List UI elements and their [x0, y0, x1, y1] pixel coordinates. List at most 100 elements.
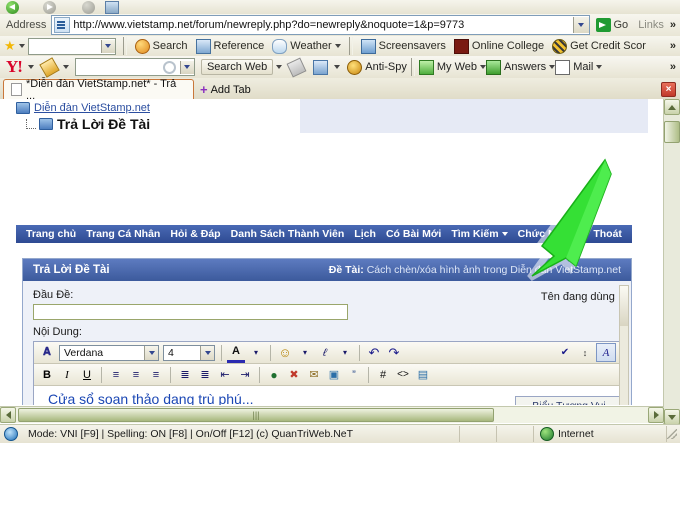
weather-caret-icon[interactable]	[334, 44, 341, 48]
remove-formatting-icon[interactable]: 𝐀	[38, 344, 56, 361]
horizontal-scroll-thumb[interactable]: |||	[18, 408, 494, 422]
scroll-right-button[interactable]	[648, 407, 664, 423]
undo-icon[interactable]: ↶	[365, 344, 383, 361]
my-web-button[interactable]: My Web	[418, 59, 486, 75]
redo-icon[interactable]: ↷	[385, 344, 403, 361]
font-color-caret-icon[interactable]: ▾	[247, 344, 265, 361]
outdent-button[interactable]: ⇤	[216, 366, 234, 383]
forum-nav-item-home[interactable]: Trang chủ	[26, 228, 76, 240]
forward-button[interactable]	[43, 0, 58, 14]
forum-nav-item-newposts[interactable]: Có Bài Mới	[386, 228, 441, 240]
search-web-caret-icon[interactable]	[276, 65, 283, 69]
links-label[interactable]: Links	[632, 19, 670, 31]
insert-image-button[interactable]: ▣	[325, 366, 343, 383]
toolbar-item-screensavers[interactable]: Screensavers	[357, 38, 450, 54]
toolbar-item-weather[interactable]: Weather	[268, 38, 344, 54]
yahoo-search-dropdown[interactable]	[179, 60, 194, 74]
add-tab-button[interactable]: + Add Tab	[200, 82, 251, 99]
home-icon[interactable]	[105, 0, 119, 14]
mail-button[interactable]: Mail	[555, 59, 603, 75]
resize-grip-icon[interactable]	[667, 429, 677, 439]
toolbar-combo-input[interactable]	[27, 37, 116, 55]
insert-media-button[interactable]: ▤	[414, 366, 432, 383]
underline-button[interactable]: U	[78, 366, 96, 383]
forum-nav-item-memberlist[interactable]: Danh Sách Thành Viên	[231, 228, 345, 240]
mail-caret-icon[interactable]	[596, 65, 603, 69]
links-toolbar: ★ Search Reference Weather Screensavers …	[0, 36, 680, 57]
tab-active[interactable]: *Diễn đàn VietStamp.net* - Trả ...	[3, 78, 194, 102]
spellcheck-icon[interactable]: ✔	[556, 344, 574, 361]
yahoo-toolbar-overflow-icon[interactable]: »	[670, 61, 680, 73]
attachment-caret-icon[interactable]: ▾	[336, 344, 354, 361]
yahoo-logo[interactable]: Y!	[0, 57, 25, 77]
yahoo-search-input[interactable]	[74, 58, 195, 76]
pencil-caret-icon[interactable]	[62, 65, 69, 69]
toolbar-item-online-college[interactable]: Online College	[450, 38, 548, 54]
back-button[interactable]	[6, 0, 21, 14]
forum-nav-item-search[interactable]: Tìm Kiếm	[451, 228, 508, 240]
vertical-scroll-thumb[interactable]	[664, 121, 680, 143]
page-horizontal-scrollbar[interactable]: |||	[0, 406, 664, 423]
close-tab-button[interactable]: ×	[661, 82, 676, 97]
scroll-down-button[interactable]	[664, 409, 680, 425]
bold-button[interactable]: B	[38, 366, 56, 383]
chevron-down-icon[interactable]	[200, 345, 214, 360]
address-input[interactable]: http://www.vietstamp.net/forum/newreply.…	[51, 15, 590, 35]
answers-button[interactable]: Answers	[486, 59, 556, 75]
italic-button[interactable]: I	[58, 366, 76, 383]
forum-nav-item-quicklinks[interactable]: Chức Năng	[518, 228, 584, 240]
code-button[interactable]: <>	[394, 366, 412, 383]
toggle-wysiwyg-icon[interactable]: A	[596, 343, 616, 362]
forum-nav-item-faq[interactable]: Hỏi & Đáp	[170, 228, 220, 240]
toolbar-item-search[interactable]: Search	[131, 38, 192, 54]
line-spacing-icon[interactable]: ↕	[576, 344, 594, 361]
anti-spy-button[interactable]: Anti-Spy	[347, 59, 407, 75]
address-overflow-icon[interactable]: »	[670, 19, 680, 31]
forum-nav-item-logout[interactable]: Thoát	[593, 228, 622, 240]
font-size-select[interactable]: 4	[163, 344, 215, 361]
ordered-list-button[interactable]: ≣	[176, 366, 194, 383]
favorites-caret-icon[interactable]	[18, 44, 25, 48]
unordered-list-button[interactable]: ≣	[196, 366, 214, 383]
forum-nav-item-calendar[interactable]: Lịch	[354, 228, 376, 240]
favorites-star-icon[interactable]: ★	[0, 38, 16, 54]
subject-input[interactable]	[33, 304, 348, 320]
smiley-caret-icon[interactable]: ▾	[296, 344, 314, 361]
vertical-scroll-track[interactable]	[664, 115, 680, 409]
toolbar-item-reference[interactable]: Reference	[192, 38, 269, 54]
indent-button[interactable]: ⇥	[236, 366, 254, 383]
popup-blocker-icon[interactable]	[313, 59, 329, 75]
attachment-icon[interactable]: ℓ	[314, 341, 337, 363]
toolbar-item-credit-score[interactable]: Get Credit Scor	[548, 38, 650, 54]
panel-inner-scrollbar[interactable]	[619, 285, 629, 405]
quote-button[interactable]: ”	[345, 366, 363, 383]
forum-nav-item-profile[interactable]: Trang Cá Nhân	[86, 228, 160, 240]
insert-link-button[interactable]: ●	[265, 366, 283, 383]
address-url: http://www.vietstamp.net/forum/newreply.…	[73, 19, 465, 31]
panel-inner-scroll-thumb[interactable]	[620, 286, 628, 326]
insert-email-button[interactable]: ✉	[305, 366, 323, 383]
page-vertical-scrollbar[interactable]	[663, 99, 680, 425]
address-dropdown-button[interactable]	[572, 17, 589, 33]
font-color-icon[interactable]: A	[227, 343, 245, 363]
security-zone[interactable]: Internet	[534, 426, 667, 442]
scroll-left-button[interactable]	[0, 407, 16, 423]
highlighter-icon[interactable]	[286, 57, 307, 77]
links-toolbar-overflow-icon[interactable]: »	[670, 40, 680, 52]
hash-button[interactable]: #	[374, 366, 392, 383]
pencil-icon[interactable]	[39, 56, 60, 78]
stop-button[interactable]	[82, 0, 97, 14]
align-right-button[interactable]: ≡	[147, 366, 165, 383]
scroll-up-button[interactable]	[664, 99, 680, 115]
go-button[interactable]: Go	[592, 18, 633, 32]
yahoo-logo-caret-icon[interactable]	[27, 65, 34, 69]
search-web-button[interactable]: Search Web	[200, 59, 274, 75]
align-left-button[interactable]: ≡	[107, 366, 125, 383]
smiley-icon[interactable]: ☺	[276, 344, 294, 361]
popup-blocker-caret-icon[interactable]	[334, 65, 341, 69]
align-center-button[interactable]: ≡	[127, 366, 145, 383]
remove-link-button[interactable]: ✖	[285, 366, 303, 383]
font-family-select[interactable]: Verdana	[59, 344, 159, 361]
chevron-down-icon[interactable]	[144, 345, 158, 360]
toolbar-combo-button[interactable]	[100, 39, 115, 53]
